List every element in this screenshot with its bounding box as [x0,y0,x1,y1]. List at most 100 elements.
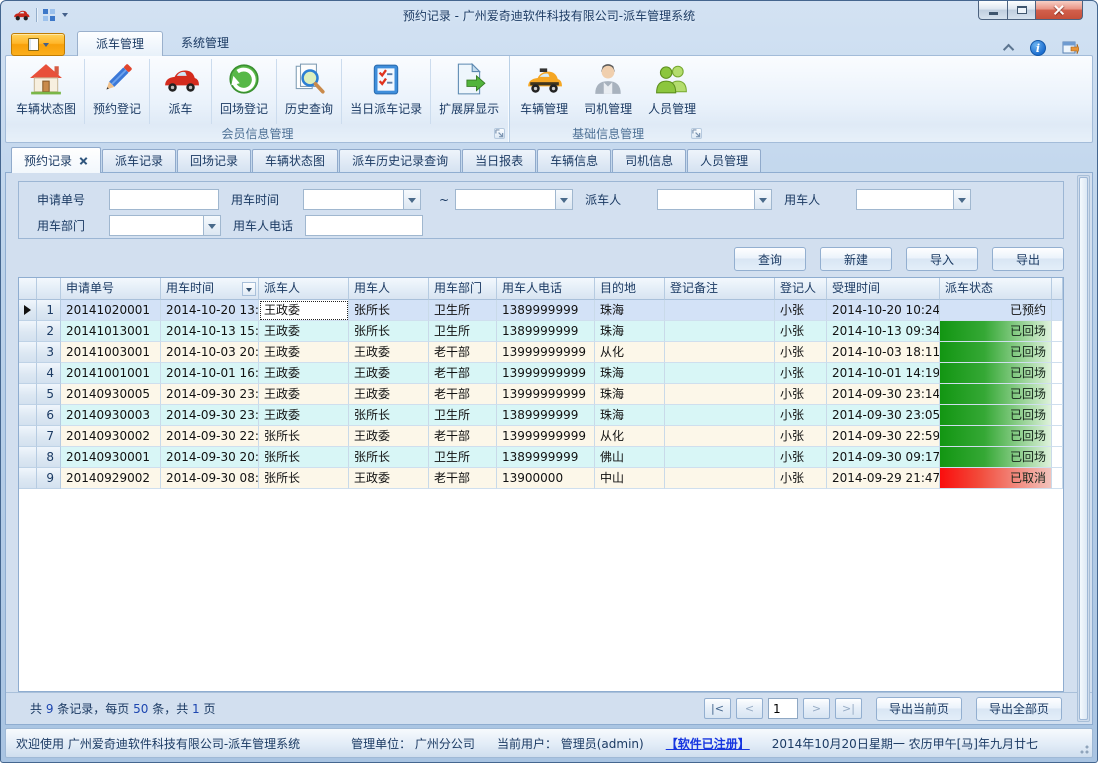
ribbon-button[interactable]: 派车 [149,59,211,124]
table-cell[interactable]: 珠海 [595,405,665,426]
column-header[interactable]: 用车人 [349,278,429,300]
table-row[interactable]: 3201410030012014-10-03 20:00王政委王政委老干部139… [19,342,1063,363]
table-cell[interactable]: 2014-09-29 21:47 [827,468,940,489]
dispatch-status-cell[interactable]: 已取消 [940,468,1052,489]
table-cell[interactable]: 13900000 [497,468,595,489]
doc-tab[interactable]: 当日报表 [462,149,536,172]
table-cell[interactable]: 1389999999 [497,405,595,426]
table-cell[interactable]: 2014-09-30 22:59 [827,426,940,447]
table-cell[interactable] [665,405,775,426]
export-current-page-button[interactable]: 导出当前页 [876,697,962,721]
table-cell[interactable]: 小张 [775,300,827,321]
first-page-button[interactable]: |< [704,698,731,719]
dispatch-status-cell[interactable]: 已回场 [940,405,1052,426]
table-cell[interactable]: 王政委 [259,300,349,321]
table-cell[interactable]: 2014-09-30 22:00 [161,426,259,447]
table-cell[interactable]: 珠海 [595,363,665,384]
column-header[interactable]: 目的地 [595,278,665,300]
table-cell[interactable]: 卫生所 [429,300,497,321]
table-cell[interactable]: 2014-10-03 18:11 [827,342,940,363]
doc-tab[interactable]: 车辆状态图 [252,149,338,172]
table-cell[interactable]: 20140930001 [61,447,161,468]
resize-grip[interactable] [1077,742,1089,754]
export-button[interactable]: 导出 [992,247,1064,271]
dispatch-status-cell[interactable]: 已回场 [940,321,1052,342]
close-tab-icon[interactable] [79,156,88,165]
status-reserved-text[interactable]: 已预约 [940,300,1052,321]
filter-text-input[interactable] [305,215,423,236]
ribbon-button[interactable]: 人员管理 [640,59,704,124]
table-cell[interactable]: 从化 [595,342,665,363]
table-cell[interactable]: 王政委 [349,426,429,447]
table-cell[interactable]: 张所长 [349,300,429,321]
scrollbar-thumb[interactable] [1079,177,1088,720]
table-cell[interactable]: 小张 [775,468,827,489]
table-cell[interactable]: 2014-10-13 15:00 [161,321,259,342]
table-cell[interactable]: 小张 [775,342,827,363]
table-cell[interactable]: 张所长 [349,405,429,426]
dispatch-status-cell[interactable]: 已回场 [940,447,1052,468]
prev-page-button[interactable]: < [736,698,763,719]
table-cell[interactable]: 中山 [595,468,665,489]
table-cell[interactable]: 王政委 [259,363,349,384]
table-cell[interactable]: 小张 [775,426,827,447]
dispatch-status-cell[interactable]: 已回场 [940,363,1052,384]
table-cell[interactable]: 小张 [775,321,827,342]
ribbon-button[interactable]: 司机管理 [576,59,640,124]
table-cell[interactable]: 张所长 [259,468,349,489]
filter-combo[interactable] [109,215,221,236]
doc-tab[interactable]: 司机信息 [612,149,686,172]
table-cell[interactable]: 13999999999 [497,363,595,384]
vertical-scrollbar[interactable] [1077,175,1090,722]
table-cell[interactable]: 1389999999 [497,447,595,468]
table-cell[interactable]: 1389999999 [497,300,595,321]
table-row[interactable]: 8201409300012014-09-30 20:00张所长张所长卫生所138… [19,447,1063,468]
page-number-input[interactable] [768,698,798,719]
doc-tab[interactable]: 回场记录 [177,149,251,172]
column-header[interactable]: 派车状态 [940,278,1052,300]
ribbon-button[interactable]: 当日派车记录 [341,59,430,124]
table-cell[interactable]: 小张 [775,363,827,384]
ribbon-tab[interactable]: 派车管理 [77,31,163,56]
table-cell[interactable]: 小张 [775,447,827,468]
column-header[interactable]: 用车部门 [429,278,497,300]
table-cell[interactable]: 老干部 [429,468,497,489]
maximize-button[interactable] [1008,1,1036,20]
table-cell[interactable]: 2014-09-30 23:05 [827,405,940,426]
table-cell[interactable]: 20140929002 [61,468,161,489]
table-cell[interactable]: 卫生所 [429,405,497,426]
dialog-launcher-icon[interactable] [691,128,702,139]
table-cell[interactable] [665,300,775,321]
license-registered-link[interactable]: 【软件已注册】 [666,735,750,752]
dispatch-status-cell[interactable]: 已回场 [940,384,1052,405]
table-cell[interactable]: 佛山 [595,447,665,468]
combo-dropdown-icon[interactable] [403,190,420,209]
about-info-icon[interactable]: i [1030,40,1046,56]
table-cell[interactable]: 2014-09-30 09:17 [827,447,940,468]
table-cell[interactable]: 珠海 [595,321,665,342]
table-cell[interactable]: 王政委 [259,384,349,405]
doc-tab[interactable]: 人员管理 [687,149,761,172]
table-row[interactable]: 5201409300052014-09-30 23:30王政委王政委老干部139… [19,384,1063,405]
column-header[interactable]: 用车时间 [161,278,259,300]
table-cell[interactable]: 20141001001 [61,363,161,384]
table-cell[interactable]: 老干部 [429,342,497,363]
table-cell[interactable]: 王政委 [349,342,429,363]
table-cell[interactable]: 1389999999 [497,321,595,342]
table-cell[interactable]: 张所长 [259,447,349,468]
table-row[interactable]: 1201410200012014-10-20 13:00王政委张所长卫生所138… [19,300,1063,321]
doc-tab[interactable]: 车辆信息 [537,149,611,172]
doc-tab[interactable]: 派车记录 [102,149,176,172]
minimize-button[interactable] [978,1,1008,20]
table-cell[interactable]: 王政委 [349,363,429,384]
table-cell[interactable]: 小张 [775,405,827,426]
collapse-ribbon-icon[interactable] [1003,44,1014,55]
table-cell[interactable]: 卫生所 [429,447,497,468]
table-cell[interactable]: 王政委 [349,468,429,489]
import-button[interactable]: 导入 [906,247,978,271]
export-all-pages-button[interactable]: 导出全部页 [976,697,1062,721]
table-cell[interactable]: 2014-10-01 14:19 [827,363,940,384]
table-cell[interactable]: 2014-10-13 09:34 [827,321,940,342]
table-cell[interactable]: 珠海 [595,300,665,321]
filter-combo[interactable] [455,189,573,210]
